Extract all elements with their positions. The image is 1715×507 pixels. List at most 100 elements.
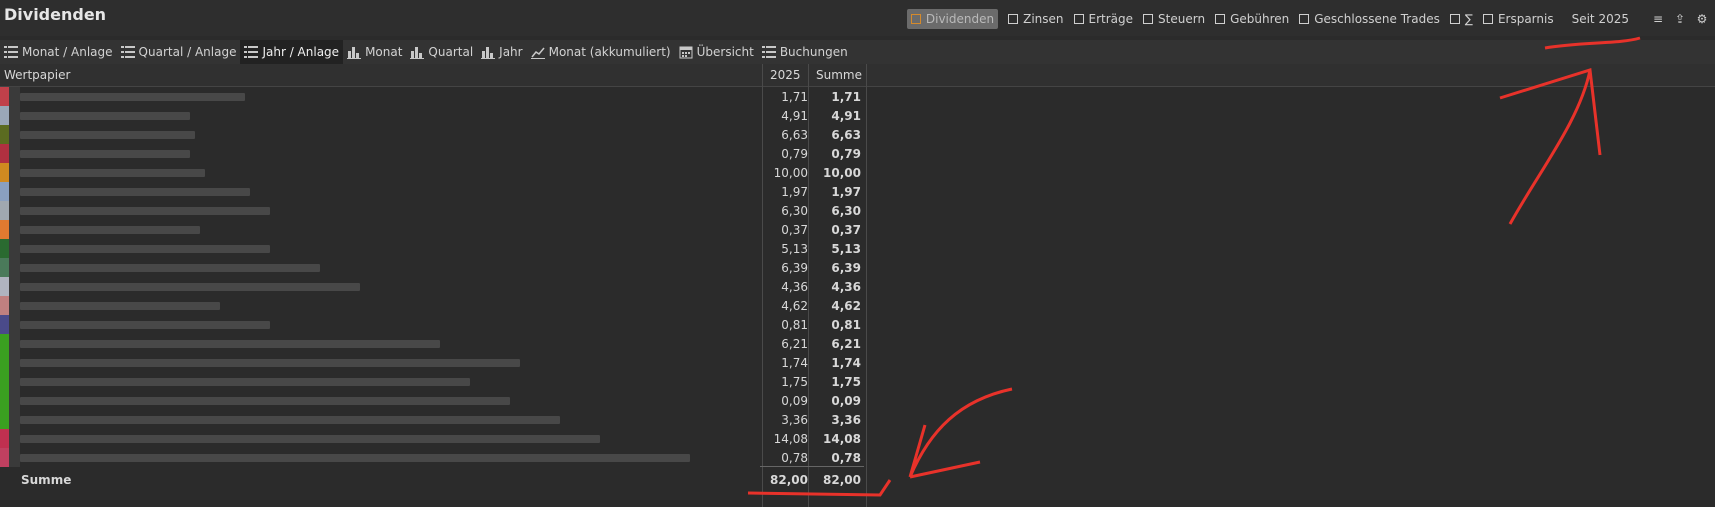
table-row[interactable]: 6,63 6,63 — [0, 125, 870, 144]
security-color-marker — [0, 391, 20, 410]
security-name-blurred — [20, 416, 560, 424]
table-row[interactable]: 6,39 6,39 — [0, 258, 870, 277]
sum-value: 4,36 — [831, 280, 861, 294]
gear-icon[interactable]: ⚙ — [1693, 10, 1711, 28]
year-value: 4,62 — [781, 299, 808, 313]
sum-value: 4,62 — [831, 299, 861, 313]
security-color-marker — [0, 163, 20, 182]
table-row[interactable]: 0,09 0,09 — [0, 391, 870, 410]
sum-value: 1,97 — [831, 185, 861, 199]
checkbox-icon — [1482, 14, 1493, 24]
filter-zinsen[interactable]: Zinsen — [1008, 9, 1064, 29]
tab-quartal-anlage[interactable]: Quartal / Anlage — [117, 40, 241, 64]
security-name-blurred — [20, 93, 245, 101]
table-row[interactable]: 4,62 4,62 — [0, 296, 870, 315]
tab-monat-anlage[interactable]: Monat / Anlage — [0, 40, 117, 64]
layers-icon[interactable]: ≡ — [1649, 10, 1667, 28]
tab-label: Monat (akkumuliert) — [548, 45, 671, 59]
tab-label: Jahr — [499, 45, 523, 59]
security-name-blurred — [20, 378, 470, 386]
sum-label: Summe — [21, 473, 72, 487]
sum-value: 1,71 — [831, 90, 861, 104]
filter-label: Erträge — [1088, 12, 1134, 26]
table-row[interactable]: 1,97 1,97 — [0, 182, 870, 201]
security-name-blurred — [20, 321, 270, 329]
security-name-blurred — [20, 264, 320, 272]
col-header-year[interactable]: 2025 — [770, 68, 801, 82]
col-header-sum[interactable]: Summe — [816, 68, 862, 82]
sum-value: 0,78 — [831, 451, 861, 465]
bar-chart-icon — [347, 45, 362, 59]
security-color-marker — [0, 372, 20, 391]
table-row[interactable]: 0,81 0,81 — [0, 315, 870, 334]
filter-dividenden[interactable]: Dividenden — [906, 9, 999, 29]
filter-erträge[interactable]: Erträge — [1073, 9, 1134, 29]
year-value: 0,79 — [781, 147, 808, 161]
table-row[interactable]: 6,21 6,21 — [0, 334, 870, 353]
tab-übersicht[interactable]: Übersicht — [675, 40, 758, 64]
table-row[interactable]: 5,13 5,13 — [0, 239, 870, 258]
sum-value: 0,79 — [831, 147, 861, 161]
sum-value: 6,63 — [831, 128, 861, 142]
checkbox-icon — [910, 14, 921, 24]
year-value: 6,39 — [781, 261, 808, 275]
security-name-blurred — [20, 226, 200, 234]
col-header-security[interactable]: Wertpapier — [4, 68, 70, 82]
tab-label: Buchungen — [779, 45, 848, 59]
sum-value: 6,30 — [831, 204, 861, 218]
year-value: 10,00 — [773, 166, 808, 180]
export-icon[interactable]: ⇪ — [1671, 10, 1689, 28]
tab-monat-akkumuliert-[interactable]: Monat (akkumuliert) — [527, 40, 675, 64]
sum-value: 0,09 — [831, 394, 861, 408]
tab-jahr[interactable]: Jahr — [477, 40, 526, 64]
tab-buchungen[interactable]: Buchungen — [758, 40, 852, 64]
security-color-marker — [0, 182, 20, 201]
filter-label: Dividenden — [925, 12, 995, 26]
table-row[interactable]: 14,08 14,08 — [0, 429, 870, 448]
header: Dividenden Dividenden Zinsen Erträge Steuer… — [0, 0, 1715, 36]
table-row[interactable]: 1,75 1,75 — [0, 372, 870, 391]
sum-value: 1,75 — [831, 375, 861, 389]
filter-sum-toggle[interactable]: ∑ — [1449, 9, 1473, 29]
security-color-marker — [0, 125, 20, 144]
filter-geschlossene-trades[interactable]: Geschlossene Trades — [1299, 9, 1440, 29]
security-name-blurred — [20, 435, 600, 443]
tab-label: Monat — [365, 45, 403, 59]
table-row[interactable]: 6,30 6,30 — [0, 201, 870, 220]
checkbox-icon — [1008, 14, 1019, 24]
sum-value: 6,21 — [831, 337, 861, 351]
table-row[interactable]: 0,78 0,78 — [0, 448, 870, 467]
security-color-marker — [0, 448, 20, 467]
table-row[interactable]: 1,74 1,74 — [0, 353, 870, 372]
filter-bar: Dividenden Zinsen Erträge Steuern Gebühren Ge… — [906, 7, 1715, 31]
tab-label: Quartal — [428, 45, 474, 59]
tab-monat[interactable]: Monat — [343, 40, 406, 64]
table-row[interactable]: 0,37 0,37 — [0, 220, 870, 239]
security-name-blurred — [20, 150, 190, 158]
list-icon — [244, 45, 259, 59]
security-name-blurred — [20, 397, 510, 405]
table-row[interactable]: 10,00 10,00 — [0, 163, 870, 182]
table-row[interactable]: 1,71 1,71 — [0, 87, 870, 106]
year-value: 6,63 — [781, 128, 808, 142]
view-tabs: Monat / Anlage Quartal / Anlage Jahr / Anl… — [0, 40, 1715, 64]
sum-row: Summe 82,00 82,00 — [0, 469, 870, 493]
year-value: 5,13 — [781, 242, 808, 256]
table-row[interactable]: 0,79 0,79 — [0, 144, 870, 163]
filter-gebühren[interactable]: Gebühren — [1215, 9, 1289, 29]
tab-quartal[interactable]: Quartal — [406, 40, 477, 64]
filter-steuern[interactable]: Steuern — [1143, 9, 1205, 29]
checkbox-icon — [1449, 14, 1460, 24]
since-dropdown[interactable]: Seit 2025 — [1572, 12, 1629, 26]
tab-jahr-anlage[interactable]: Jahr / Anlage — [240, 40, 344, 64]
year-value: 0,09 — [781, 394, 808, 408]
list-icon — [120, 45, 135, 59]
table-row[interactable]: 4,36 4,36 — [0, 277, 870, 296]
filter-ersparnis[interactable]: Ersparnis — [1482, 9, 1554, 29]
sum-value: 3,36 — [831, 413, 861, 427]
table-row[interactable]: 4,91 4,91 — [0, 106, 870, 125]
checkbox-icon — [1143, 14, 1154, 24]
sum-value: 5,13 — [831, 242, 861, 256]
table-row[interactable]: 3,36 3,36 — [0, 410, 870, 429]
sum-total-value: 82,00 — [823, 473, 861, 487]
